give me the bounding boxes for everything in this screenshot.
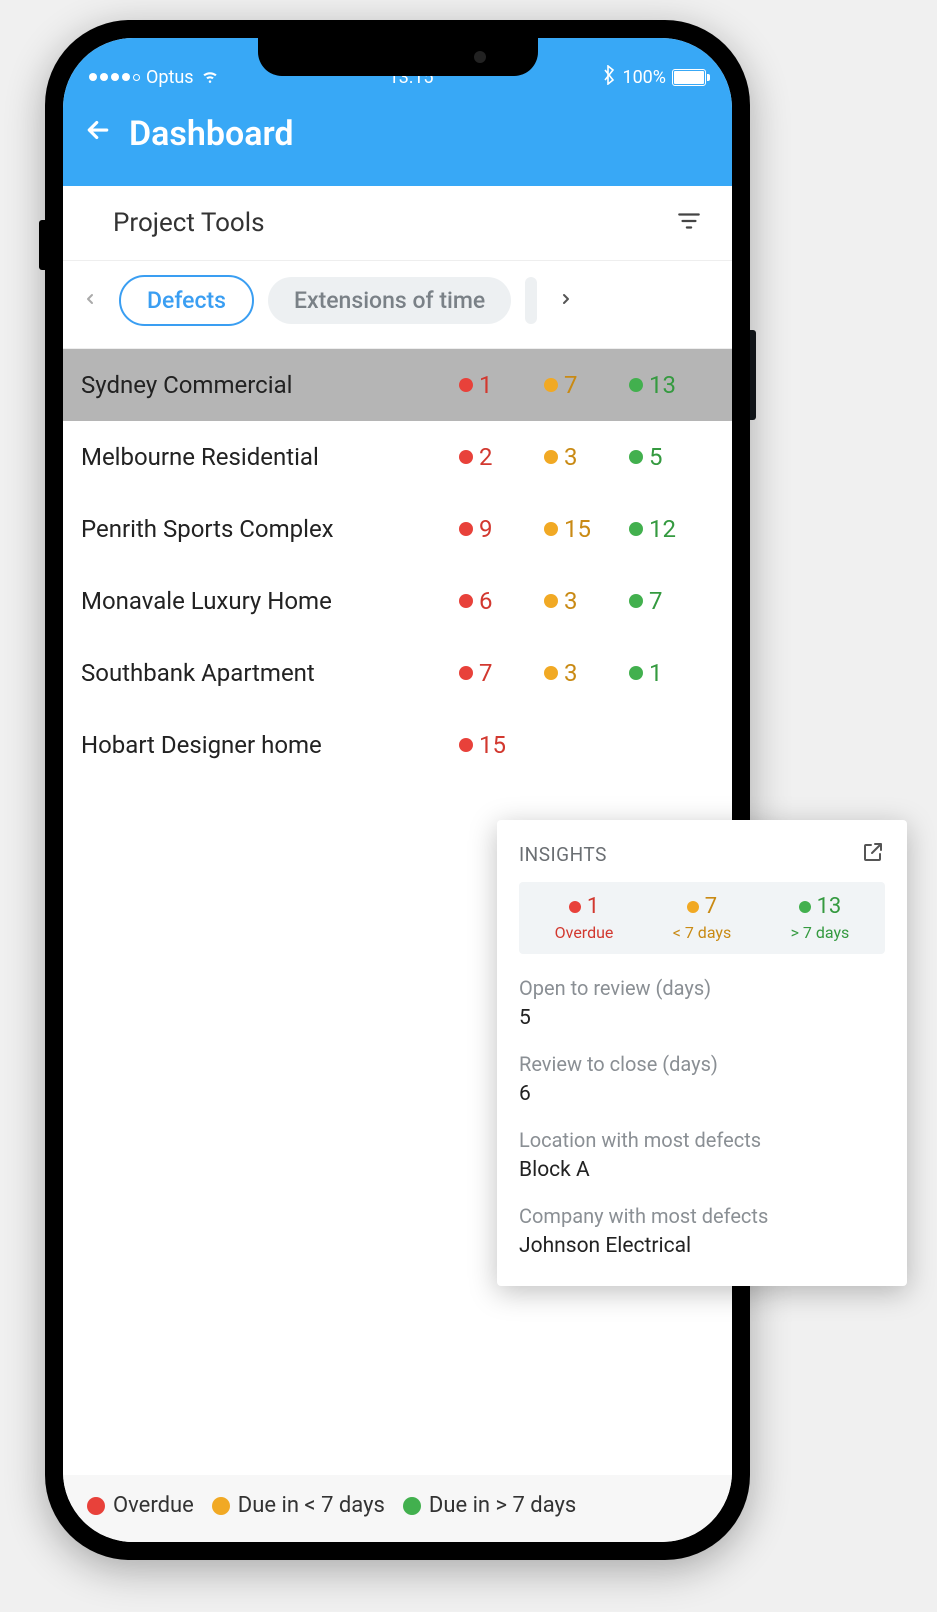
dot-yellow-icon [212, 1497, 230, 1515]
status-right: 100% [602, 65, 706, 90]
insight-review-close: Review to close (days) 6 [519, 1052, 885, 1106]
dot-green-icon [629, 522, 643, 536]
dot-green-icon [403, 1497, 421, 1515]
insights-summary: 1 Overdue 7 < 7 days 13 > 7 days [519, 882, 885, 954]
project-name: Penrith Sports Complex [81, 515, 459, 543]
metric-overdue: 7 [479, 659, 493, 687]
project-name: Sydney Commercial [81, 371, 459, 399]
notch [258, 38, 538, 76]
dot-red-icon [87, 1497, 105, 1515]
legend-gt7: Due in > 7 days [403, 1493, 576, 1518]
metric-gt7: 5 [649, 443, 663, 471]
dot-yellow-icon [544, 378, 558, 392]
tab-overflow[interactable]: . [525, 277, 537, 324]
dot-yellow-icon [544, 594, 558, 608]
phone-frame: Optus 13:15 100% Dashboard Proj [45, 20, 750, 1560]
dot-red-icon [459, 450, 473, 464]
project-row[interactable]: Sydney Commercial 1 7 13 [63, 349, 732, 421]
sub-header: Project Tools [63, 186, 732, 261]
project-row[interactable]: Penrith Sports Complex 9 15 12 [63, 493, 732, 565]
metric-overdue: 6 [479, 587, 493, 615]
dot-green-icon [629, 666, 643, 680]
open-external-icon[interactable] [861, 840, 885, 868]
chip-scroll-left[interactable] [75, 288, 105, 313]
metric-gt7: 1 [649, 659, 663, 687]
metric-gt7: 7 [649, 587, 663, 615]
dot-yellow-icon [544, 522, 558, 536]
metric-lt7: 3 [564, 443, 578, 471]
back-button[interactable] [83, 115, 113, 153]
summary-gt7: 13 > 7 days [791, 894, 850, 942]
project-name: Southbank Apartment [81, 659, 459, 687]
page-title: Dashboard [129, 114, 294, 154]
metric-overdue: 15 [479, 731, 506, 759]
dot-red-icon [459, 378, 473, 392]
metric-overdue: 9 [479, 515, 493, 543]
metric-lt7: 15 [564, 515, 591, 543]
metric-gt7: 13 [649, 371, 676, 399]
metric-lt7: 3 [564, 587, 578, 615]
insight-location: Location with most defects Block A [519, 1128, 885, 1182]
dot-red-icon [459, 522, 473, 536]
insights-card: INSIGHTS 1 Overdue 7 < 7 days 13 > 7 day… [497, 820, 907, 1286]
bluetooth-icon [602, 65, 616, 90]
dot-green-icon [629, 594, 643, 608]
legend: Overdue Due in < 7 days Due in > 7 days [63, 1475, 732, 1542]
sub-header-title: Project Tools [93, 208, 265, 238]
tab-extensions[interactable]: Extensions of time [268, 277, 511, 324]
project-name: Melbourne Residential [81, 443, 459, 471]
insight-company: Company with most defects Johnson Electr… [519, 1204, 885, 1258]
project-name: Hobart Designer home [81, 731, 459, 759]
chip-scroll-right[interactable] [551, 288, 581, 313]
project-row[interactable]: Southbank Apartment 7 3 1 [63, 637, 732, 709]
screen: Optus 13:15 100% Dashboard Proj [63, 38, 732, 1542]
dot-red-icon [459, 594, 473, 608]
dot-red-icon [459, 738, 473, 752]
chip-row: Defects Extensions of time . [63, 261, 732, 349]
dot-yellow-icon [687, 901, 699, 913]
dot-green-icon [629, 378, 643, 392]
tab-defects[interactable]: Defects [119, 275, 254, 326]
insights-title: INSIGHTS [519, 843, 607, 866]
app-bar: Dashboard [63, 98, 732, 186]
project-row[interactable]: Monavale Luxury Home 6 3 7 [63, 565, 732, 637]
legend-lt7: Due in < 7 days [212, 1493, 385, 1518]
legend-overdue: Overdue [87, 1493, 194, 1518]
dot-yellow-icon [544, 666, 558, 680]
dot-yellow-icon [544, 450, 558, 464]
dot-green-icon [629, 450, 643, 464]
summary-lt7: 7 < 7 days [673, 894, 732, 942]
carrier-label: Optus [146, 67, 194, 88]
metric-gt7: 12 [649, 515, 676, 543]
dot-red-icon [459, 666, 473, 680]
status-left: Optus [89, 65, 220, 90]
dot-green-icon [799, 901, 811, 913]
metric-lt7: 3 [564, 659, 578, 687]
wifi-icon [200, 65, 220, 90]
signal-dots-icon [89, 73, 140, 81]
battery-text: 100% [622, 67, 666, 88]
dot-red-icon [569, 901, 581, 913]
insight-open-review: Open to review (days) 5 [519, 976, 885, 1030]
battery-icon [672, 69, 706, 86]
filter-icon[interactable] [676, 208, 702, 238]
metric-lt7: 7 [564, 371, 578, 399]
summary-overdue: 1 Overdue [555, 894, 614, 942]
project-row[interactable]: Melbourne Residential 2 3 5 [63, 421, 732, 493]
metric-overdue: 1 [479, 371, 493, 399]
metric-overdue: 2 [479, 443, 493, 471]
project-name: Monavale Luxury Home [81, 587, 459, 615]
project-row[interactable]: Hobart Designer home 15 [63, 709, 732, 781]
